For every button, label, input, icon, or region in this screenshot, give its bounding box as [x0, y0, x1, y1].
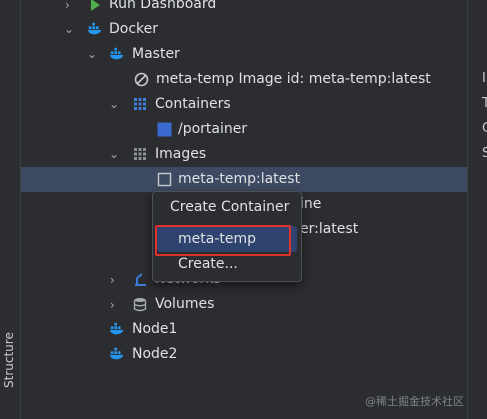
chevron-down-icon[interactable]: ⌄: [109, 148, 119, 160]
tree-item-label: Run Dashboard: [109, 0, 217, 12]
tree-item-label: Node1: [132, 321, 178, 337]
chevron-down-icon[interactable]: ⌄: [64, 23, 74, 35]
run-icon: [87, 0, 103, 13]
right-panel-text: T: [482, 96, 487, 111]
menu-item-label: Create Container: [170, 199, 290, 215]
network-icon: [132, 271, 148, 287]
tree-item-label: meta-temp Image id: meta-temp:latest: [156, 71, 431, 87]
chevron-right-icon[interactable]: ›: [110, 274, 120, 286]
tree-item-portainer[interactable]: /portainer: [21, 117, 467, 142]
menu-item-create-container[interactable]: Create Container: [153, 194, 301, 220]
tree-item-volumes[interactable]: › Volumes: [21, 292, 467, 317]
tree-item-label: Volumes: [155, 296, 215, 312]
left-tool-strip: Structure: [0, 0, 39, 419]
tree-item-containers[interactable]: ⌄ Containers: [21, 92, 467, 117]
tree-item-label: Containers: [155, 96, 231, 112]
chevron-down-icon[interactable]: ⌄: [109, 98, 119, 110]
structure-tab[interactable]: Structure: [2, 332, 16, 388]
tree-item-image-info[interactable]: meta-temp Image id: meta-temp:latest: [21, 67, 467, 92]
chevron-right-icon[interactable]: ›: [65, 0, 75, 11]
images-grid-icon: [132, 146, 148, 162]
tree-item-node1[interactable]: Node1: [21, 317, 467, 342]
right-panel-text: I: [482, 71, 486, 86]
tree-item-docker[interactable]: ⌄ Docker: [21, 17, 467, 42]
tree-item-label: Node2: [132, 346, 178, 362]
tree-item-label: /portainer: [178, 121, 248, 137]
tree-item-label: Docker: [109, 21, 159, 37]
chevron-down-icon[interactable]: ⌄: [87, 48, 97, 60]
no-entry-icon: [133, 71, 149, 87]
tree-item-run-dashboard[interactable]: › Run Dashboard: [21, 0, 467, 17]
tree-item-label: Master: [132, 46, 180, 62]
tree-item-images[interactable]: ⌄ Images: [21, 142, 467, 167]
tree-item-label: Images: [155, 146, 207, 162]
tree-item-image-selected[interactable]: meta-temp:latest: [21, 167, 467, 192]
image-icon: [156, 171, 172, 187]
right-panel-edge: [467, 0, 487, 419]
tree-item-node2[interactable]: Node2: [21, 342, 467, 367]
database-icon: [132, 296, 148, 312]
docker-icon: [87, 21, 103, 37]
menu-item-label: Create...: [178, 256, 238, 272]
chevron-right-icon[interactable]: ›: [110, 299, 120, 311]
watermark: @稀土掘金技术社区: [365, 395, 464, 408]
right-panel-text: C: [482, 121, 487, 136]
containers-grid-icon: [132, 96, 148, 112]
tree-item-label: ine: [300, 196, 322, 212]
docker-icon: [109, 321, 125, 337]
annotation-highlight-box: [155, 225, 291, 256]
tree-item-label: meta-temp:latest: [178, 171, 301, 187]
container-running-icon: [156, 121, 172, 137]
tree-item-label: er:latest: [300, 221, 359, 237]
docker-icon: [109, 346, 125, 362]
docker-icon: [109, 46, 125, 62]
tree-item-master[interactable]: ⌄ Master: [21, 42, 467, 67]
right-panel-text: S: [482, 146, 487, 161]
